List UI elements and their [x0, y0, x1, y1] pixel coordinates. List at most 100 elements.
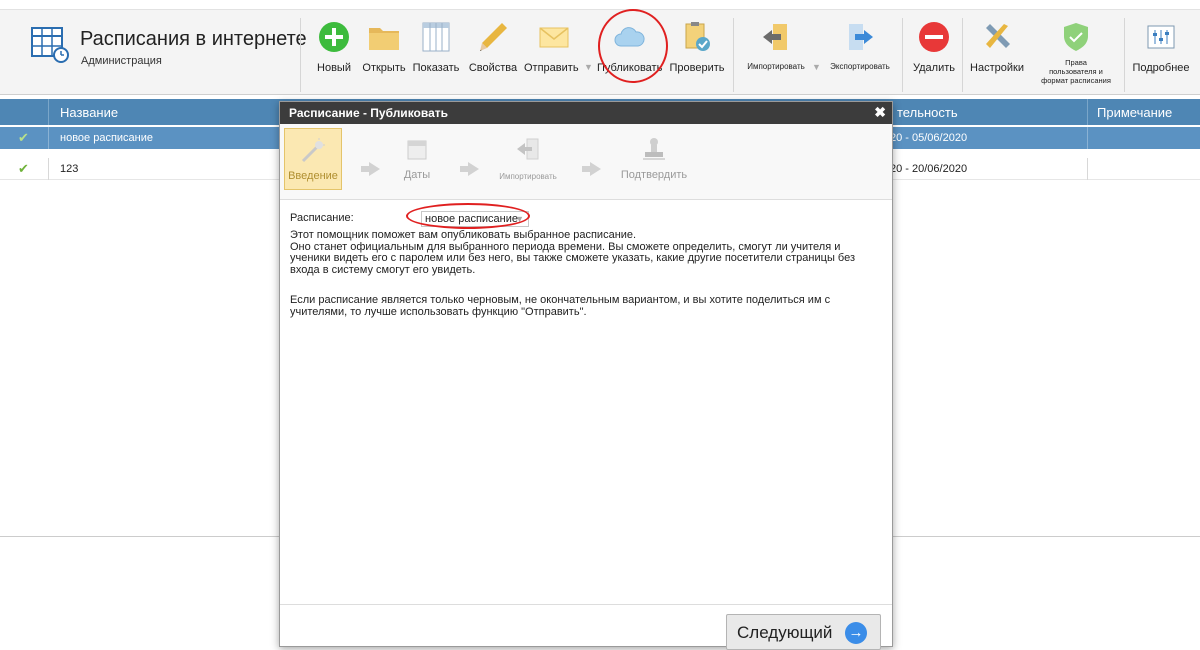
magic-wand-icon — [301, 138, 325, 163]
step-intro-label: Введение — [288, 170, 338, 182]
export-icon — [849, 24, 873, 50]
app-subtitle: Администрация — [81, 55, 162, 67]
folder-icon — [369, 28, 399, 50]
column-divider — [48, 99, 49, 125]
grid-view-icon — [422, 22, 450, 52]
user-rights-button[interactable]: Права пользователя и формат расписания — [1030, 16, 1122, 92]
column-name-header[interactable]: Название — [60, 105, 118, 120]
send-button[interactable]: Отправить — [524, 16, 584, 92]
dialog-titlebar: Расписание - Публиковать ✖ — [280, 102, 892, 124]
import-icon — [763, 24, 787, 50]
import-dropdown-arrow[interactable]: ▼ — [812, 62, 821, 72]
pencil-icon — [480, 23, 507, 51]
intro-text: Этот помощник поможет вам опубликовать в… — [290, 229, 880, 276]
user-rights-line1: Права — [1065, 58, 1087, 67]
toolbar-divider — [1124, 18, 1125, 92]
column-divider — [48, 127, 49, 149]
row-validity: 20 - 05/06/2020 — [890, 132, 968, 144]
row-name: 123 — [60, 163, 79, 175]
toolbar-divider — [733, 18, 734, 92]
more-label: Подробнее — [1132, 62, 1190, 74]
schedule-select-value: новое расписание — [425, 213, 518, 225]
sliders-icon — [1147, 25, 1175, 49]
settings-label: Настройки — [970, 62, 1024, 74]
show-label: Показать — [412, 62, 460, 74]
check-button[interactable]: Проверить — [666, 16, 728, 92]
import-label: Импортировать — [747, 62, 805, 71]
shield-check-icon — [1064, 23, 1088, 51]
column-divider — [48, 158, 49, 180]
step-import-label: Импортировать — [499, 172, 557, 181]
user-rights-line3: формат расписания — [1041, 76, 1111, 85]
step-import[interactable]: Импортировать — [488, 128, 568, 190]
send-label: Отправить — [524, 62, 579, 74]
step-arrow-icon — [361, 162, 380, 176]
cloud-icon — [614, 27, 645, 47]
publish-dialog: Расписание - Публиковать ✖ Введение Даты… — [279, 101, 893, 650]
user-rights-label: Права пользователя и формат расписания — [1030, 58, 1122, 85]
user-rights-line2: пользователя и — [1049, 67, 1103, 76]
check-label: Проверить — [669, 62, 725, 74]
intro-line2: Оно станет официальным для выбранного пе… — [290, 240, 855, 276]
step-arrow-icon — [582, 162, 601, 176]
column-divider — [1087, 99, 1088, 125]
show-button[interactable]: Показать — [412, 16, 460, 92]
arrow-right-icon: → — [845, 622, 867, 644]
check-icon: ✔ — [18, 130, 29, 145]
publish-label: Публиковать — [597, 62, 663, 74]
plus-circle-icon — [319, 22, 349, 52]
top-strip — [0, 0, 1200, 10]
stamp-icon — [643, 138, 665, 160]
envelope-icon — [539, 27, 569, 48]
delete-button[interactable]: Удалить — [910, 16, 958, 92]
step-arrow-icon — [460, 162, 479, 176]
open-button[interactable]: Открыть — [360, 16, 408, 92]
app-title: Расписания в интернете — [80, 28, 307, 50]
schedule-label: Расписание: — [290, 212, 354, 224]
next-button[interactable]: Следующий → — [726, 614, 881, 650]
step-confirm-label: Подтвердить — [620, 169, 688, 181]
dialog-title: Расписание - Публиковать — [289, 106, 449, 120]
toolbar-divider — [962, 18, 963, 92]
export-button[interactable]: Экспортировать — [823, 16, 897, 92]
calendar-clock-icon — [31, 27, 69, 63]
toolbar-divider — [300, 18, 301, 92]
tools-icon — [986, 24, 1010, 48]
open-label: Открыть — [362, 62, 406, 74]
chevron-down-icon: ▼ — [515, 214, 524, 224]
publish-button[interactable]: Публиковать — [597, 16, 663, 92]
row-validity: 20 - 20/06/2020 — [890, 163, 968, 175]
draft-hint-text: Если расписание является только черновым… — [290, 294, 831, 318]
toolbar-divider — [902, 18, 903, 92]
properties-button[interactable]: Свойства — [466, 16, 520, 92]
new-button[interactable]: Новый — [312, 16, 356, 92]
new-label: Новый — [317, 62, 351, 74]
column-validity-header[interactable]: тельность — [897, 105, 958, 120]
dialog-footer: Следующий → — [280, 604, 892, 650]
step-dates-label: Даты — [403, 169, 431, 181]
send-dropdown-arrow[interactable]: ▼ — [584, 62, 593, 72]
settings-button[interactable]: Настройки — [968, 16, 1026, 92]
step-confirm[interactable]: Подтвердить — [616, 128, 692, 190]
schedule-select[interactable]: новое расписание ▼ — [421, 211, 529, 227]
check-icon: ✔ — [18, 161, 29, 176]
step-intro[interactable]: Введение — [284, 128, 342, 190]
column-note-header[interactable]: Примечание — [1097, 105, 1172, 120]
clipboard-check-icon — [685, 22, 710, 51]
step-dates[interactable]: Даты — [395, 128, 439, 190]
import-icon — [517, 138, 539, 160]
properties-label: Свойства — [468, 62, 518, 74]
calendar-icon — [407, 140, 427, 160]
row-name: новое расписание — [60, 132, 153, 144]
intro-line1: Этот помощник поможет вам опубликовать в… — [290, 229, 637, 241]
wizard-steps: Введение Даты Импортировать Подтвердить — [280, 124, 892, 200]
next-label: Следующий — [737, 623, 833, 642]
import-button[interactable]: Импортировать — [740, 16, 812, 92]
delete-label: Удалить — [913, 62, 955, 74]
minus-circle-icon — [919, 22, 949, 52]
column-divider — [1087, 158, 1088, 180]
column-divider — [1087, 127, 1088, 149]
toolbar: Расписания в интернете Администрация Нов… — [0, 10, 1200, 95]
more-button[interactable]: Подробнее — [1128, 16, 1194, 92]
close-icon[interactable]: ✖ — [874, 104, 886, 121]
